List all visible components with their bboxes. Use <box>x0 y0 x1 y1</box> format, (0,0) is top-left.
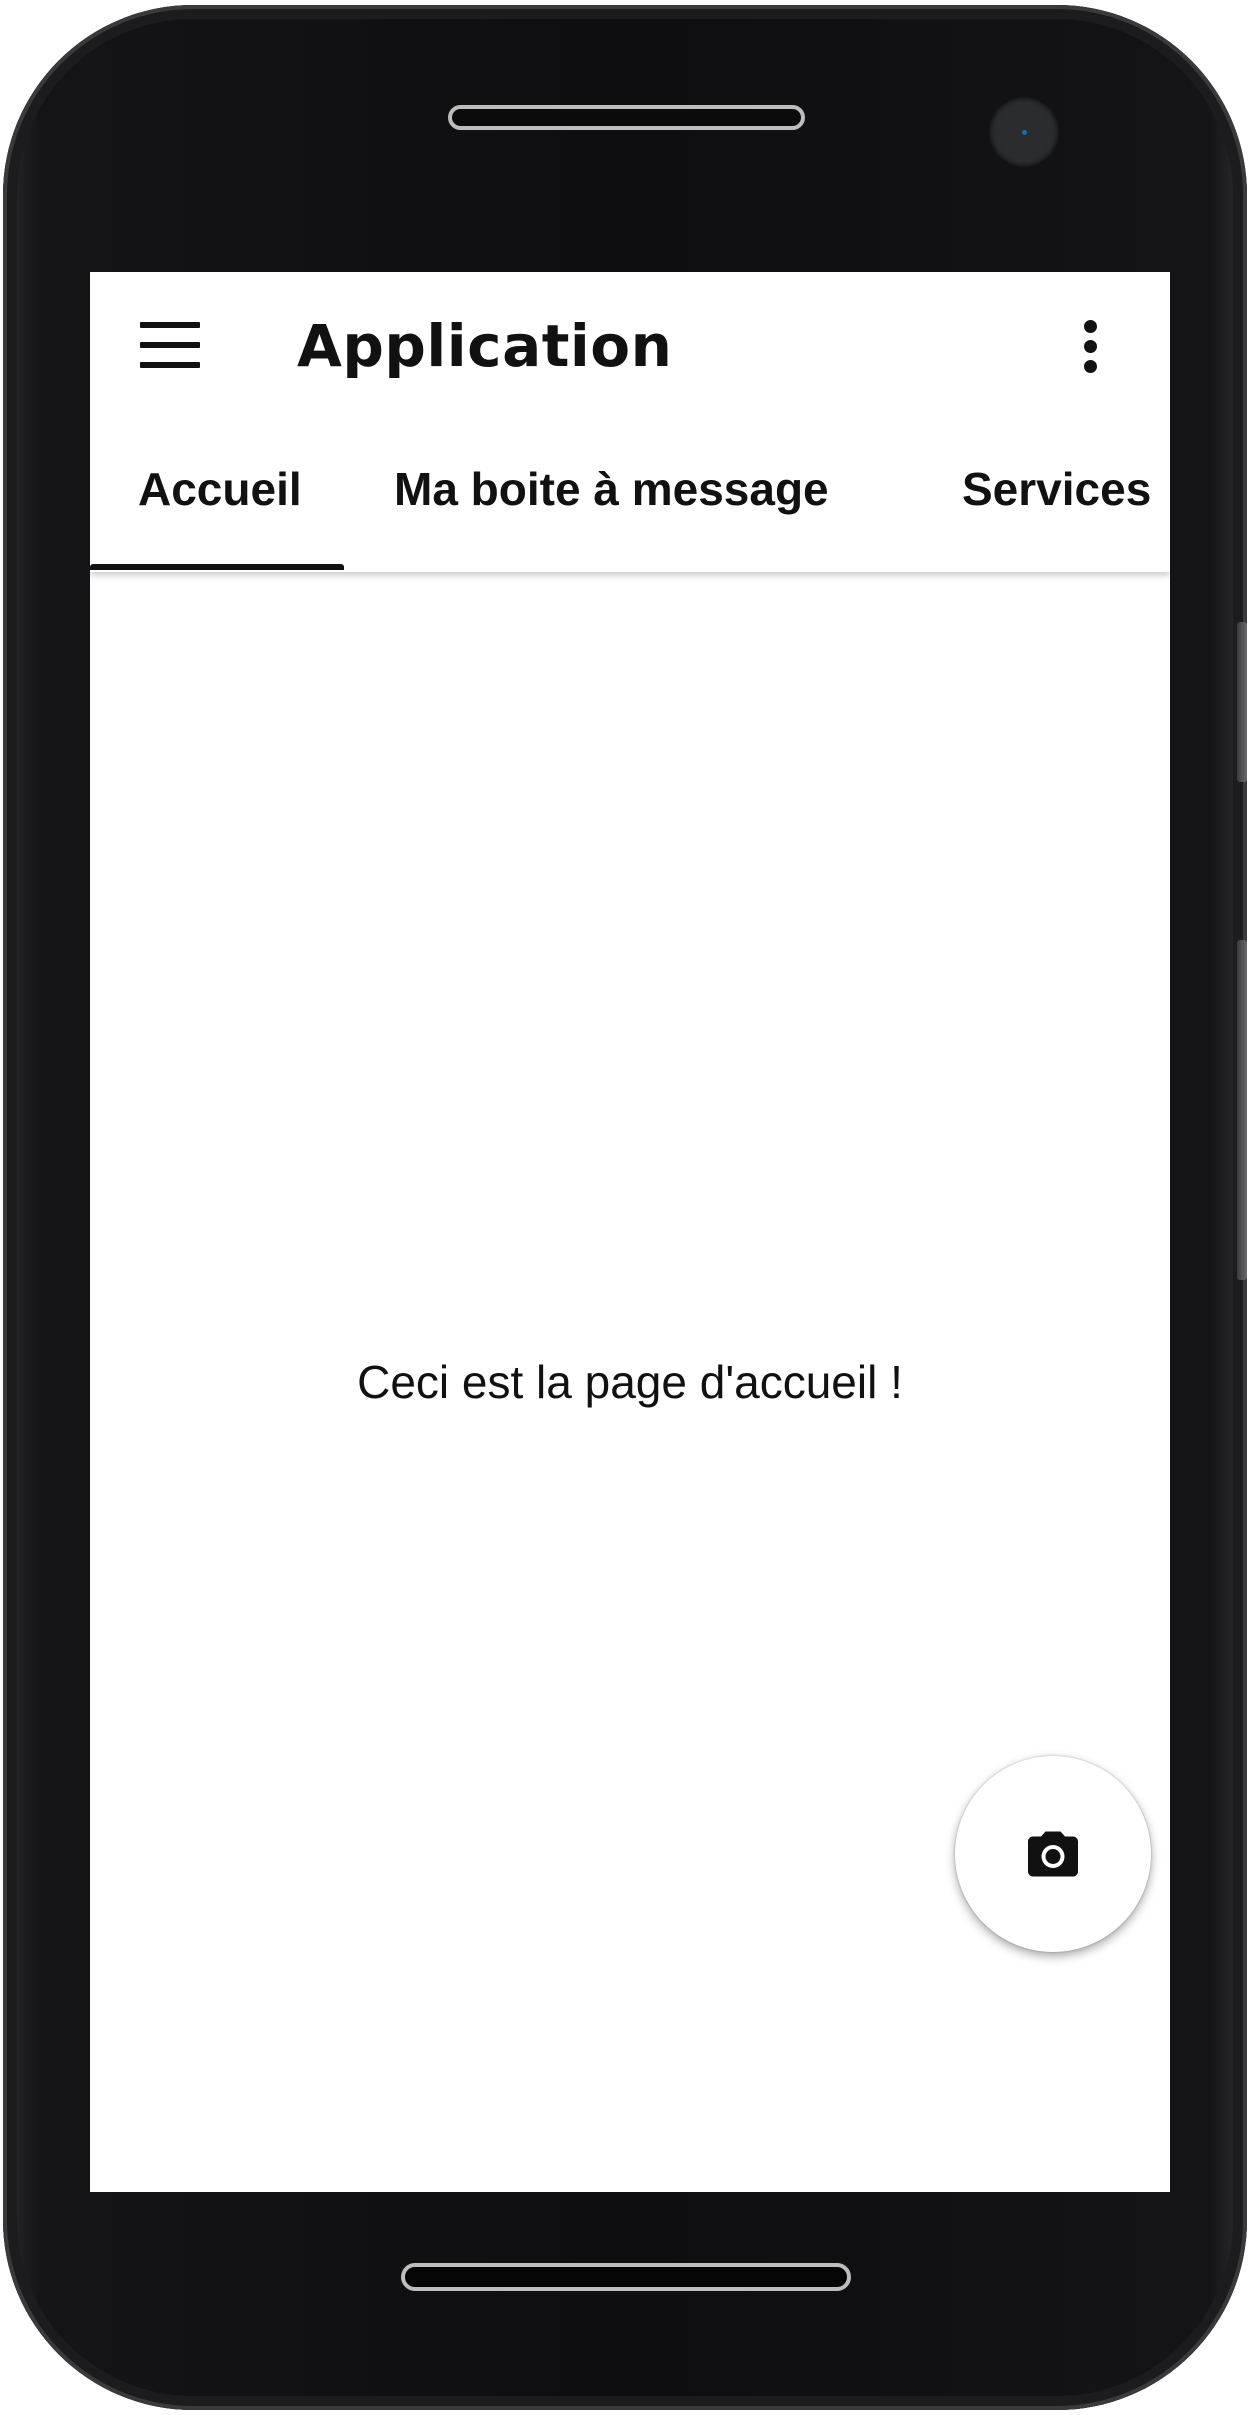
camera-fab-button[interactable] <box>955 1756 1151 1952</box>
tab-label: Services <box>962 463 1152 515</box>
app-title: Application <box>297 312 673 380</box>
app-screen: Application Accueil Ma boite à message S <box>90 272 1170 2192</box>
home-page-message: Ceci est la page d'accueil ! <box>357 1356 903 1408</box>
device-frame: Application Accueil Ma boite à message S <box>0 0 1260 2415</box>
tab-label: Accueil <box>138 463 302 515</box>
tab-services[interactable]: Services <box>952 420 1170 570</box>
front-camera <box>989 97 1059 167</box>
tab-indicator <box>90 564 344 570</box>
tab-ma-boite-a-message[interactable]: Ma boite à message <box>344 420 954 570</box>
app-bar: Application Accueil Ma boite à message S <box>90 272 1170 572</box>
home-speaker-bar <box>401 2263 851 2291</box>
tab-bar: Accueil Ma boite à message Services <box>90 420 1170 570</box>
camera-icon <box>1028 1831 1078 1877</box>
volume-button <box>1237 622 1247 782</box>
overflow-menu-button[interactable] <box>1080 320 1102 374</box>
menu-button[interactable] <box>140 322 200 368</box>
power-button <box>1237 940 1247 1280</box>
tab-label: Ma boite à message <box>394 463 829 515</box>
earpiece-speaker <box>448 105 805 130</box>
tab-accueil[interactable]: Accueil <box>90 420 344 570</box>
